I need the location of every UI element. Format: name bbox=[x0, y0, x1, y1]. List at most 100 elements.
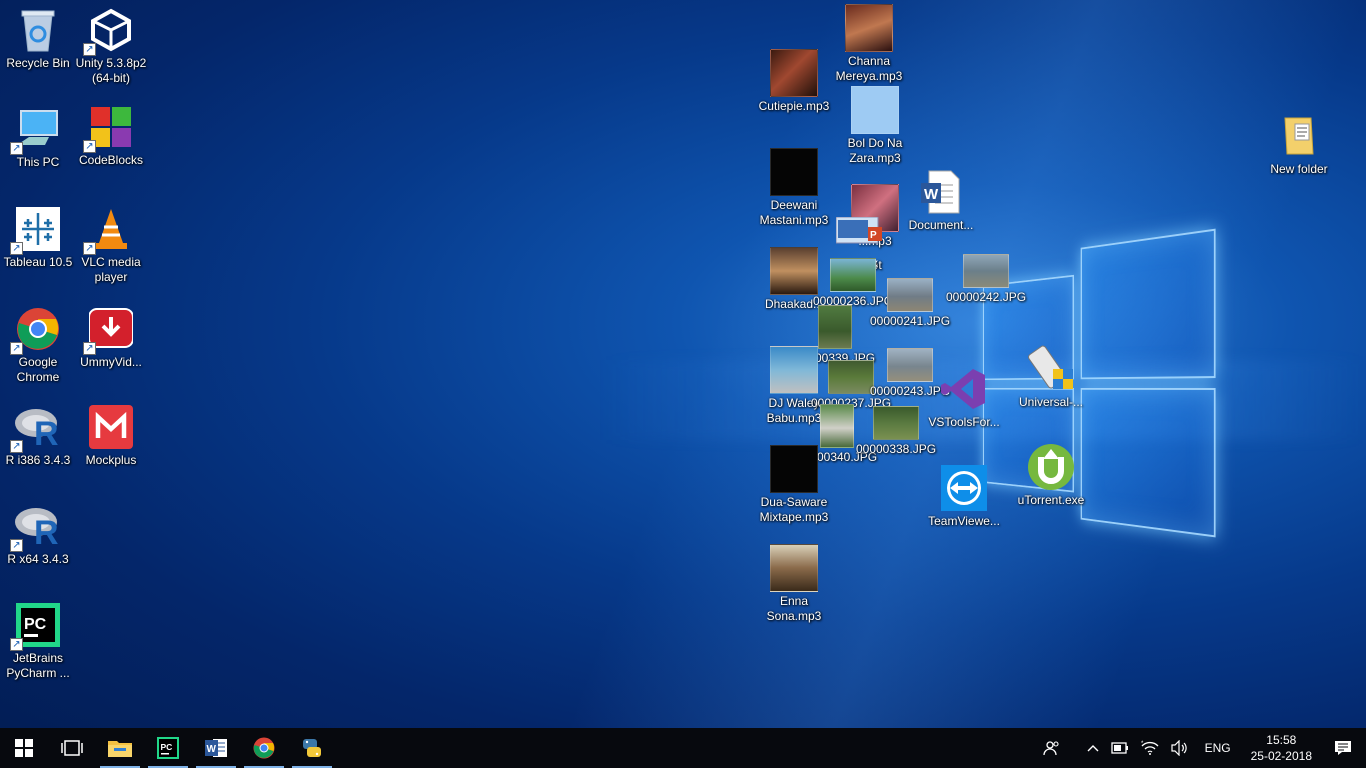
icon-label: 00000242.JPG bbox=[945, 290, 1027, 304]
battery-icon bbox=[1110, 742, 1128, 754]
r-logo-graphic: R ↗ bbox=[10, 403, 62, 453]
action-center-button[interactable] bbox=[1322, 740, 1366, 756]
icon-label: UmmyVid... bbox=[80, 355, 142, 369]
shortcut-arrow-icon: ↗ bbox=[10, 638, 23, 651]
teamviewer-graphic bbox=[940, 464, 988, 512]
file-deewani-mastani[interactable]: Deewani Mastani.mp3 bbox=[756, 148, 832, 228]
r-x64-icon[interactable]: R ↗ R x64 3.4.3 bbox=[0, 502, 76, 567]
album-art-thumbnail bbox=[770, 346, 818, 394]
clock[interactable]: 15:58 25-02-2018 bbox=[1241, 732, 1322, 764]
file-dua-saware[interactable]: Dua-Saware Mixtape.mp3 bbox=[756, 445, 832, 525]
icon-label: R i386 3.4.3 bbox=[5, 453, 71, 467]
python-icon bbox=[303, 739, 321, 757]
album-art-thumbnail bbox=[770, 544, 818, 592]
album-art-thumbnail bbox=[770, 49, 818, 97]
task-view-button[interactable] bbox=[48, 728, 96, 768]
shortcut-arrow-icon: ↗ bbox=[83, 342, 96, 355]
mockplus-graphic bbox=[87, 403, 135, 451]
taskbar-pycharm[interactable]: PC bbox=[144, 728, 192, 768]
file-enna-sona[interactable]: Enna Sona.mp3 bbox=[756, 544, 832, 624]
photo-thumbnail bbox=[829, 258, 877, 292]
file-cutiepie[interactable]: Cutiepie.mp3 bbox=[756, 49, 832, 114]
svg-text:W: W bbox=[207, 744, 217, 755]
taskbar-file-explorer[interactable] bbox=[96, 728, 144, 768]
icon-label: VSToolsFor... bbox=[928, 415, 1000, 429]
chrome-icon bbox=[253, 737, 275, 759]
notification-icon bbox=[1335, 741, 1351, 755]
shortcut-arrow-icon: ↗ bbox=[83, 43, 96, 56]
file-utorrent[interactable]: uTorrent.exe bbox=[1013, 443, 1089, 508]
pycharm-icon: PC bbox=[157, 737, 179, 759]
icon-label: Bol Do Na Zara.mp3 bbox=[847, 136, 903, 165]
pycharm-desktop-icon[interactable]: PC ↗ JetBrains PyCharm ... bbox=[0, 601, 76, 681]
battery-button[interactable] bbox=[1105, 742, 1135, 754]
r-i386-icon[interactable]: R ↗ R i386 3.4.3 bbox=[0, 403, 76, 468]
wifi-icon: * bbox=[1141, 741, 1159, 755]
icon-label: VLC media player bbox=[81, 255, 141, 284]
album-art-thumbnail bbox=[845, 4, 893, 52]
vlc-cone-graphic: ↗ bbox=[83, 205, 135, 255]
svg-text:R: R bbox=[34, 514, 59, 548]
tableau-graphic: ↗ bbox=[10, 205, 62, 255]
tableau-icon[interactable]: ↗ Tableau 10.5 bbox=[0, 205, 76, 270]
mockplus-icon[interactable]: Mockplus bbox=[73, 403, 149, 468]
file-00000242[interactable]: 00000242.JPG bbox=[946, 254, 1026, 305]
file-universal[interactable]: Universal-... bbox=[1013, 345, 1089, 410]
vlc-icon[interactable]: ↗ VLC media player bbox=[73, 205, 149, 285]
icon-label: New folder bbox=[1270, 162, 1328, 176]
unity-icon[interactable]: ↗ Unity 5.3.8p2 (64-bit) bbox=[73, 6, 149, 86]
taskbar-chrome[interactable] bbox=[240, 728, 288, 768]
this-pc-icon[interactable]: ↗ This PC bbox=[0, 105, 76, 170]
svg-text:PC: PC bbox=[161, 742, 173, 752]
system-tray: * ENG 15:58 25-02-2018 bbox=[1037, 728, 1366, 768]
r-logo-graphic: R ↗ bbox=[10, 502, 62, 552]
shortcut-arrow-icon: ↗ bbox=[10, 242, 23, 255]
icon-label: Google Chrome bbox=[16, 355, 60, 384]
start-button[interactable] bbox=[0, 728, 48, 768]
icon-label: 00000338.JPG bbox=[855, 442, 937, 456]
taskbar-python[interactable] bbox=[288, 728, 336, 768]
file-00000338[interactable]: 00000338.JPG bbox=[856, 406, 936, 457]
codeblocks-icon[interactable]: ↗ CodeBlocks bbox=[73, 103, 149, 168]
powerpoint-graphic: P bbox=[836, 208, 884, 256]
icon-label: Channa Mereya.mp3 bbox=[835, 54, 903, 83]
photo-thumbnail bbox=[818, 305, 852, 349]
file-00000241[interactable]: 00000241.JPG bbox=[870, 278, 950, 329]
file-explorer-icon bbox=[108, 741, 132, 757]
taskbar-word[interactable]: W bbox=[192, 728, 240, 768]
word-icon: W bbox=[205, 739, 227, 757]
ummy-graphic: ↗ bbox=[83, 305, 135, 355]
unity-graphic: ↗ bbox=[83, 6, 135, 56]
icon-label: Dua-Saware Mixtape.mp3 bbox=[759, 495, 829, 524]
svg-text:PC: PC bbox=[24, 616, 47, 633]
album-art-thumbnail bbox=[851, 86, 899, 134]
show-hidden-icons-button[interactable] bbox=[1081, 744, 1105, 752]
desktop[interactable]: Recycle Bin ↗ Unity 5.3.8p2 (64-bit) ↗ T… bbox=[0, 0, 1366, 728]
icon-label: Universal-... bbox=[1018, 395, 1083, 409]
photo-thumbnail bbox=[962, 254, 1010, 288]
volume-button[interactable] bbox=[1165, 740, 1195, 756]
file-bol-do-na-zara[interactable]: Bol Do Na Zara.mp3 bbox=[837, 86, 913, 166]
file-document[interactable]: W Document... bbox=[903, 168, 979, 233]
new-folder-icon[interactable]: New folder bbox=[1261, 112, 1337, 177]
file-teamviewer[interactable]: TeamViewe... bbox=[926, 464, 1002, 529]
icon-label: This PC bbox=[16, 155, 60, 169]
word-document-graphic: W bbox=[917, 168, 965, 216]
task-view-icon bbox=[61, 740, 83, 756]
ummyvid-icon[interactable]: ↗ UmmyVid... bbox=[73, 305, 149, 370]
album-art-thumbnail bbox=[770, 247, 818, 295]
people-icon bbox=[1042, 741, 1059, 756]
google-chrome-icon[interactable]: ↗ Google Chrome bbox=[0, 305, 76, 385]
file-channa-mereya[interactable]: Channa Mereya.mp3 bbox=[831, 4, 907, 84]
icon-label: Unity 5.3.8p2 (64-bit) bbox=[75, 56, 147, 85]
language-indicator[interactable]: ENG bbox=[1195, 741, 1241, 755]
recycle-bin-icon[interactable]: Recycle Bin bbox=[0, 6, 76, 71]
network-button[interactable]: * bbox=[1135, 740, 1165, 756]
people-button[interactable] bbox=[1037, 740, 1067, 756]
icon-label: Cutiepie.mp3 bbox=[758, 99, 830, 113]
clock-time: 15:58 bbox=[1266, 733, 1297, 747]
file-vstools[interactable]: VSToolsFor... bbox=[926, 365, 1002, 430]
icon-label: R x64 3.4.3 bbox=[7, 552, 69, 566]
shortcut-arrow-icon: ↗ bbox=[10, 342, 23, 355]
start-icon bbox=[15, 739, 33, 757]
